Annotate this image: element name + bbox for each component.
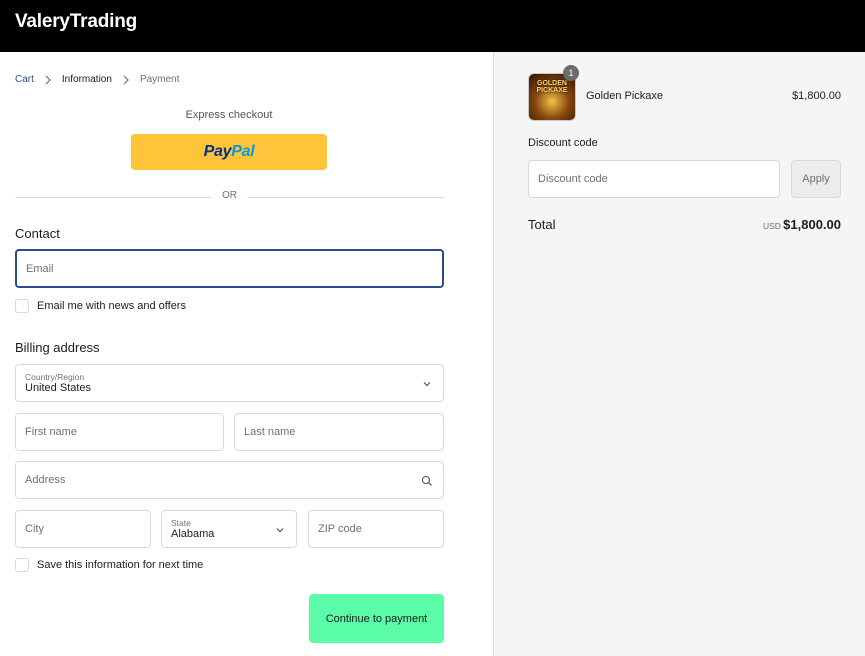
thumb-text-line1: GOLDEN — [537, 80, 567, 87]
state-value: Alabama — [171, 528, 215, 540]
first-name-placeholder: First name — [25, 426, 77, 438]
city-field[interactable]: City — [15, 510, 151, 548]
zip-placeholder: ZIP code — [318, 523, 362, 535]
total-label: Total — [528, 217, 556, 232]
or-divider: OR — [15, 190, 444, 204]
chevron-right-icon — [123, 75, 129, 84]
paypal-logo-part2: Pal — [231, 143, 255, 160]
country-value: United States — [25, 382, 92, 394]
product-price: $1,800.00 — [792, 90, 841, 102]
checkout-main: Cart Information Payment Express checkou… — [0, 52, 493, 656]
address-field[interactable]: Address — [15, 461, 444, 499]
email-placeholder: Email — [26, 263, 54, 275]
newsletter-checkbox[interactable] — [15, 299, 29, 313]
breadcrumb-cart[interactable]: Cart — [15, 74, 34, 85]
quantity-badge: 1 — [563, 65, 579, 81]
zip-field[interactable]: ZIP code — [308, 510, 444, 548]
chevron-right-icon — [45, 75, 51, 84]
chevron-down-icon — [276, 528, 284, 533]
discount-label: Discount code — [528, 137, 598, 149]
divider-line — [247, 197, 444, 198]
store-logo[interactable]: ValeryTrading — [15, 11, 137, 33]
discount-code-field[interactable]: Discount code — [528, 160, 780, 198]
state-select[interactable]: State Alabama — [161, 510, 297, 548]
breadcrumb-payment: Payment — [139, 74, 180, 85]
paypal-logo-part1: Pay — [203, 143, 232, 160]
country-select[interactable]: Country/Region United States — [15, 364, 444, 402]
billing-heading: Billing address — [15, 340, 100, 355]
city-placeholder: City — [25, 523, 44, 535]
first-name-field[interactable]: First name — [15, 413, 224, 451]
newsletter-option[interactable]: Email me with news and offers — [15, 299, 186, 313]
total-amount: $1,800.00 — [783, 217, 841, 232]
breadcrumb-information: Information — [61, 74, 112, 85]
order-summary: GOLDEN PICKAXE 1 Golden Pickaxe $1,800.0… — [493, 52, 865, 656]
product-image-caption: GOLDEN PICKAXE — [529, 80, 575, 94]
header-bar: ValeryTrading — [0, 0, 865, 52]
discount-placeholder: Discount code — [538, 173, 608, 185]
or-label: OR — [222, 190, 237, 201]
save-info-option[interactable]: Save this information for next time — [15, 558, 203, 572]
apply-discount-button[interactable]: Apply — [791, 160, 841, 198]
breadcrumb: Cart Information Payment — [15, 74, 179, 85]
state-label: State — [171, 518, 191, 528]
email-field[interactable]: Email — [15, 249, 444, 288]
paypal-button[interactable]: Pay Pal — [131, 134, 327, 170]
total-currency: USD — [763, 221, 781, 231]
contact-heading: Contact — [15, 226, 60, 241]
chevron-down-icon — [423, 382, 431, 387]
country-label: Country/Region — [25, 372, 85, 382]
save-info-checkbox[interactable] — [15, 558, 29, 572]
last-name-placeholder: Last name — [244, 426, 296, 438]
product-name: Golden Pickaxe — [586, 90, 664, 102]
express-checkout-title: Express checkout — [185, 109, 273, 121]
save-info-label: Save this information for next time — [37, 559, 204, 571]
address-placeholder: Address — [25, 474, 66, 486]
search-icon — [421, 475, 432, 486]
thumb-text-line2: PICKAXE — [536, 87, 568, 94]
last-name-field[interactable]: Last name — [234, 413, 444, 451]
newsletter-label: Email me with news and offers — [37, 300, 186, 312]
continue-to-payment-button[interactable]: Continue to payment — [309, 594, 444, 643]
